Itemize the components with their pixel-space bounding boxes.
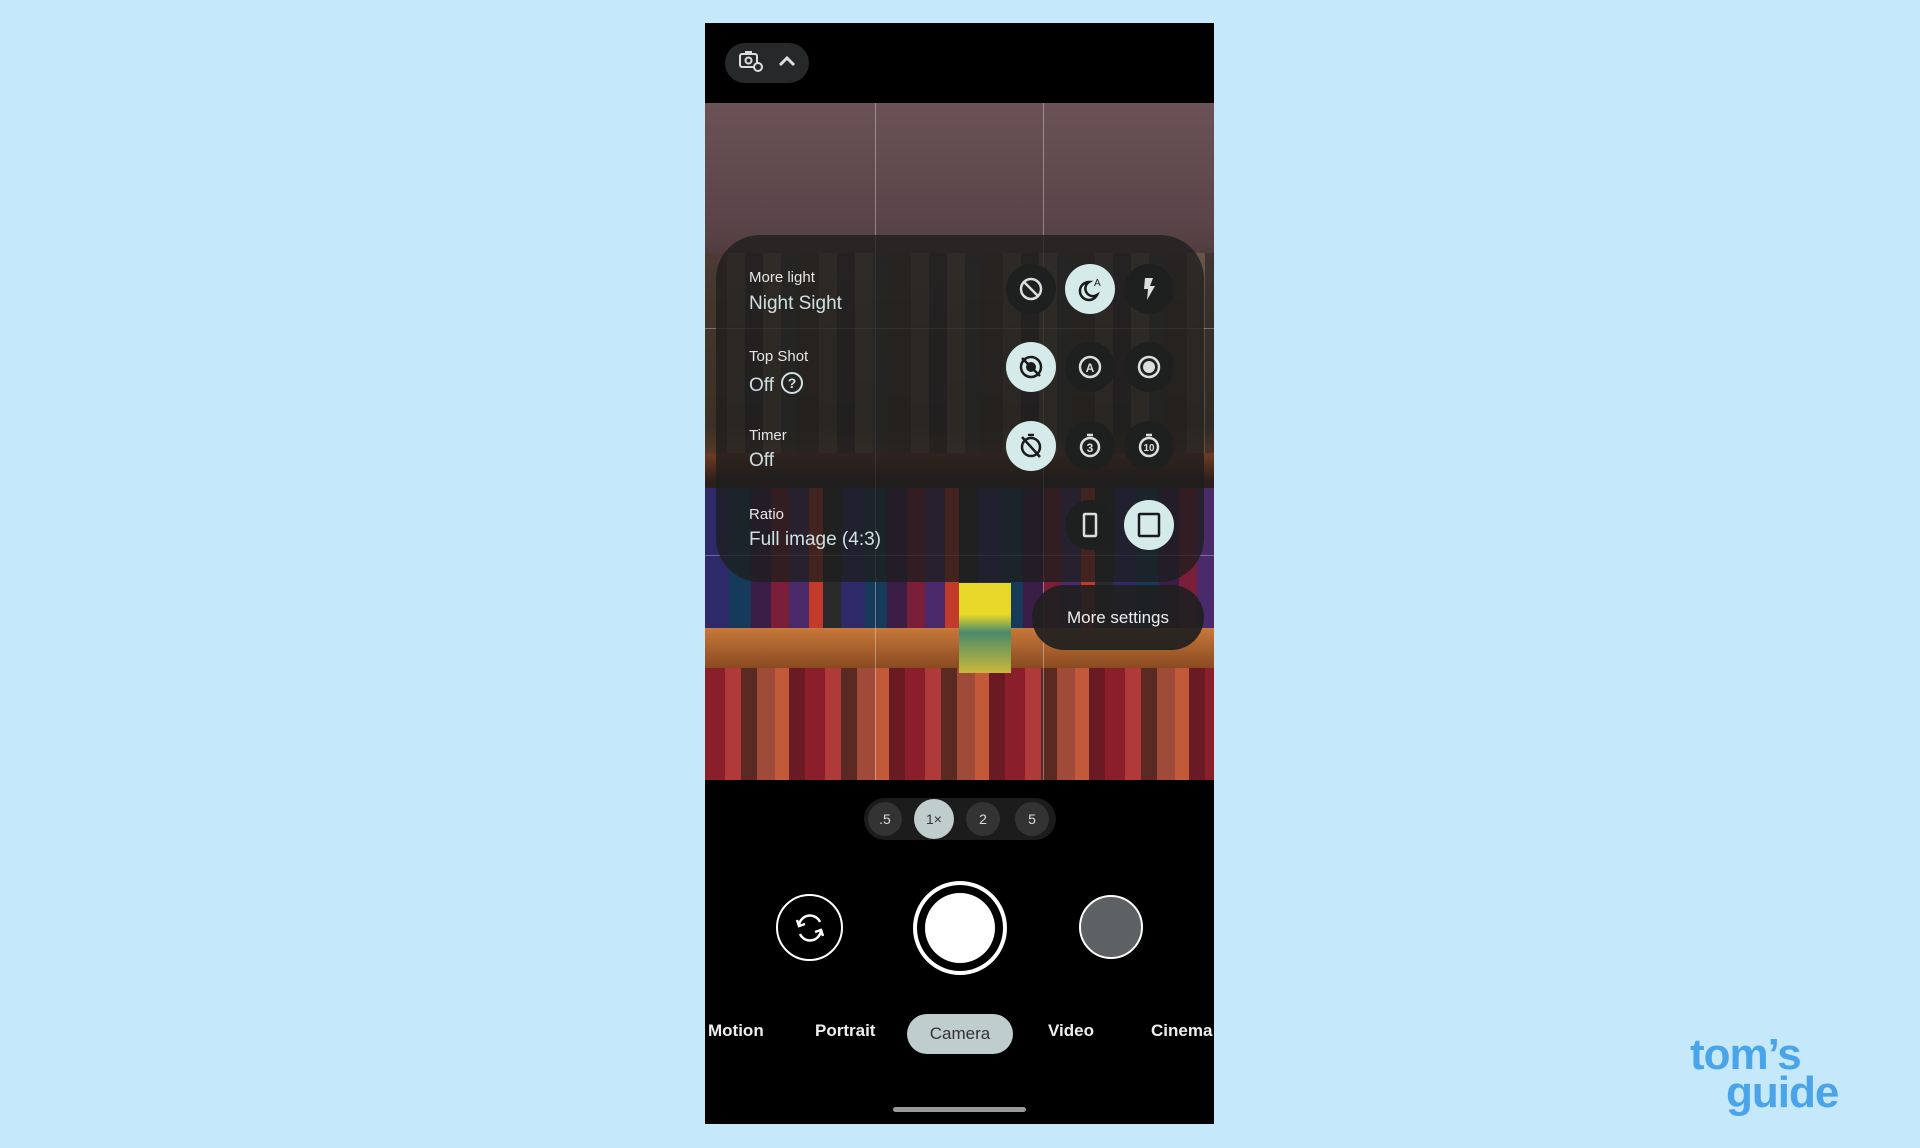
camera-settings-icon — [738, 49, 764, 78]
chevron-up-icon — [778, 54, 796, 72]
flash-on-icon — [1144, 278, 1155, 300]
zoom-selector: .5 1× 2 5 — [864, 798, 1056, 840]
quick-settings-panel: More light Night Sight A Top Shot Off ? … — [716, 235, 1204, 582]
zoom-5x-button[interactable]: 5 — [1015, 802, 1049, 836]
photo-candle — [959, 583, 1011, 673]
svg-text:A: A — [1086, 361, 1095, 375]
ratio-wide-icon — [1082, 512, 1098, 538]
photo-books-lower — [705, 668, 1214, 780]
flip-camera-icon — [795, 913, 824, 942]
mode-cinematic[interactable]: Cinema — [1151, 1021, 1212, 1041]
more-light-label: More light — [749, 269, 815, 286]
shutter-button[interactable] — [913, 881, 1007, 975]
top-shot-value-row: Off ? — [749, 371, 804, 401]
svg-text:A: A — [1094, 278, 1101, 289]
gallery-thumbnail[interactable] — [1079, 895, 1143, 959]
svg-text:10: 10 — [1143, 443, 1155, 454]
mode-portrait[interactable]: Portrait — [815, 1021, 875, 1041]
top-shot-off-button[interactable] — [1006, 342, 1056, 392]
night-sight-auto-button[interactable]: A — [1065, 264, 1115, 314]
timer-10s-button[interactable]: 10 — [1124, 421, 1174, 471]
ratio-label: Ratio — [749, 506, 785, 523]
more-light-value: Night Sight — [749, 293, 842, 314]
ratio-value: Full image (4:3) — [749, 529, 881, 550]
timer-value: Off — [749, 450, 774, 471]
home-indicator[interactable] — [893, 1107, 1026, 1112]
top-shot-auto-icon: A — [1078, 355, 1102, 379]
timer-10s-icon: 10 — [1138, 433, 1160, 458]
logo-line-2: guide — [1726, 1068, 1839, 1117]
timer-3s-button[interactable]: 3 — [1065, 421, 1115, 471]
settings-toggle-button[interactable] — [725, 43, 809, 83]
ratio-wide-button[interactable] — [1065, 500, 1115, 550]
top-shot-on-icon — [1137, 355, 1161, 379]
flash-off-button[interactable] — [1006, 264, 1056, 314]
night-sight-auto-icon: A — [1078, 278, 1101, 302]
mode-camera[interactable]: Camera — [907, 1014, 1013, 1054]
mode-video[interactable]: Video — [1048, 1021, 1094, 1041]
top-shot-label: Top Shot — [749, 348, 809, 365]
top-shot-on-button[interactable] — [1124, 342, 1174, 392]
timer-label: Timer — [749, 427, 787, 444]
timer-off-button[interactable] — [1006, 421, 1056, 471]
top-shot-value: Off — [749, 375, 774, 396]
zoom-1x-button[interactable]: 1× — [914, 799, 954, 839]
phone-screen: More light Night Sight A Top Shot Off ? … — [705, 23, 1214, 1124]
svg-text:?: ? — [788, 375, 797, 391]
shutter-inner — [925, 893, 995, 963]
ratio-full-icon — [1137, 512, 1161, 538]
svg-text:3: 3 — [1087, 441, 1094, 455]
toms-guide-logo: tom’s guide — [1690, 1033, 1890, 1117]
flip-camera-button[interactable] — [776, 894, 843, 961]
top-shot-off-icon — [1019, 355, 1043, 379]
flash-off-icon — [1019, 277, 1043, 301]
top-bar — [705, 23, 1214, 103]
mode-motion[interactable]: Motion — [708, 1021, 764, 1041]
flash-on-button[interactable] — [1124, 264, 1174, 314]
help-icon[interactable]: ? — [780, 371, 804, 401]
more-settings-button[interactable]: More settings — [1032, 585, 1204, 650]
top-shot-auto-button[interactable]: A — [1065, 342, 1115, 392]
timer-off-icon — [1020, 433, 1042, 458]
zoom-0.5x-button[interactable]: .5 — [868, 802, 902, 836]
timer-3s-icon: 3 — [1079, 433, 1101, 458]
ratio-full-button[interactable] — [1124, 500, 1174, 550]
zoom-2x-button[interactable]: 2 — [966, 802, 1000, 836]
